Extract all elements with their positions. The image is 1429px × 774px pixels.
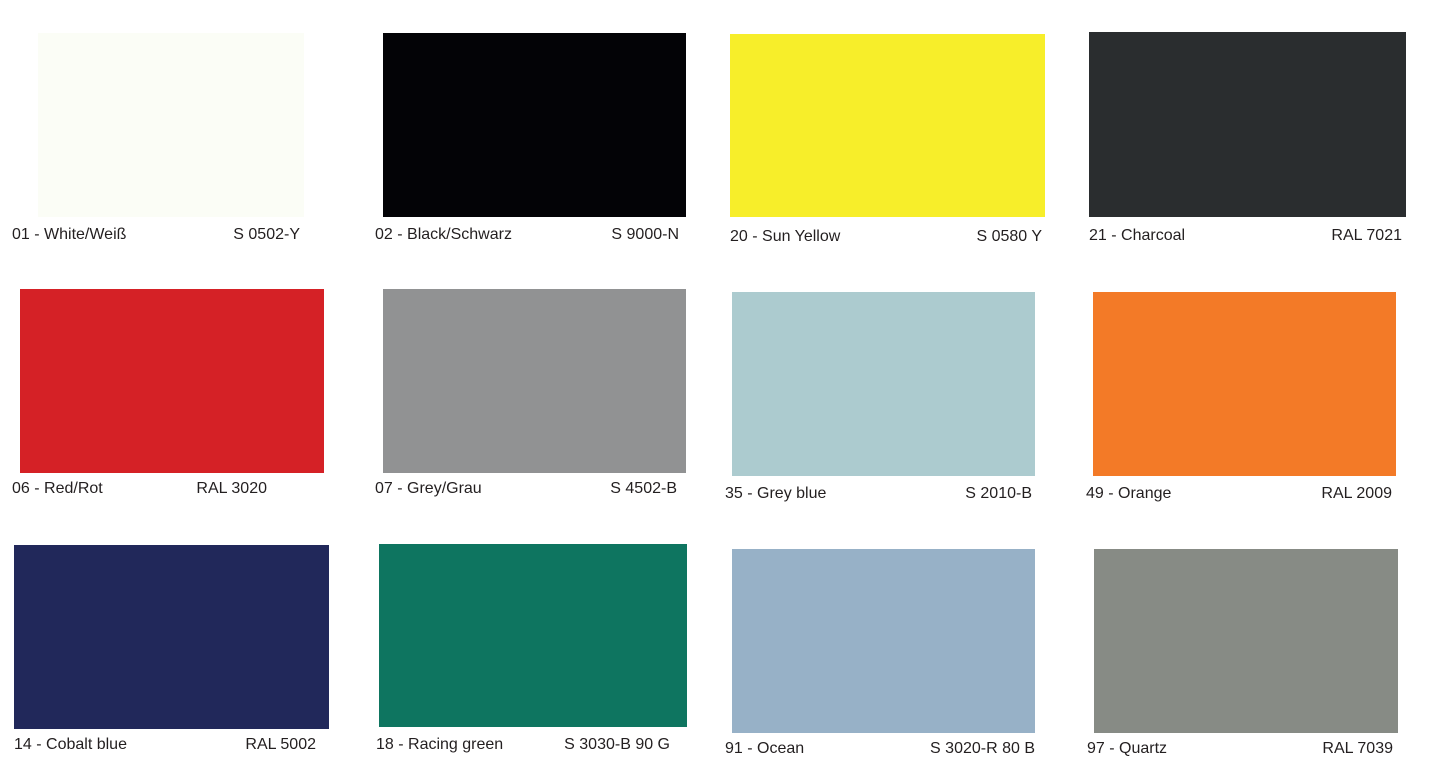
swatch-code: S 4502-B: [610, 480, 677, 497]
swatch-caption: 97 - Quartz RAL 7039: [1087, 738, 1393, 760]
swatch-name: 07 - Grey/Grau: [375, 480, 482, 497]
color-swatch: [38, 33, 304, 217]
swatch-caption: 14 - Cobalt blue RAL 5002: [14, 734, 316, 756]
swatch-name: 21 - Charcoal: [1089, 227, 1186, 244]
swatch-code: RAL 3020: [196, 480, 267, 497]
swatch-code: S 3030-B 90 G: [564, 736, 670, 753]
color-swatch: [20, 289, 324, 473]
color-swatch: [383, 289, 686, 473]
swatch-name: 14 - Cobalt blue: [14, 736, 127, 753]
swatch-name: 91 - Ocean: [725, 740, 805, 757]
swatch-name: 49 - Orange: [1086, 485, 1172, 502]
swatch-name: 02 - Black/Schwarz: [375, 226, 512, 243]
color-swatch: [732, 549, 1035, 733]
swatch-caption: 35 - Grey blue S 2010-B: [725, 483, 1032, 505]
swatch-code: RAL 7021: [1331, 227, 1402, 244]
color-swatch: [1093, 292, 1396, 476]
color-swatch: [1089, 32, 1406, 217]
swatch-code: S 0502-Y: [233, 226, 300, 243]
swatch-name: 97 - Quartz: [1087, 740, 1168, 757]
swatch-caption: 20 - Sun Yellow S 0580 Y: [730, 226, 1042, 248]
swatch-caption: 02 - Black/Schwarz S 9000-N: [375, 224, 679, 246]
color-swatch: [14, 545, 329, 729]
swatch-code: S 9000-N: [611, 226, 679, 243]
color-swatch-chart: 01 - White/Weiß S 0502-Y 02 - Black/Schwar…: [0, 0, 1429, 774]
color-swatch: [379, 544, 687, 727]
swatch-name: 01 - White/Weiß: [12, 226, 127, 243]
swatch-code: RAL 5002: [245, 736, 316, 753]
swatch-name: 20 - Sun Yellow: [730, 228, 841, 245]
swatch-caption: 21 - Charcoal RAL 7021: [1089, 225, 1402, 247]
swatch-caption: 49 - Orange RAL 2009: [1086, 483, 1392, 505]
swatch-caption: 07 - Grey/Grau S 4502-B: [375, 478, 677, 500]
swatch-caption: 06 - Red/Rot RAL 3020: [12, 478, 267, 500]
swatch-code: S 0580 Y: [976, 228, 1042, 245]
color-swatch: [1094, 549, 1398, 733]
swatch-name: 18 - Racing green: [376, 736, 504, 753]
color-swatch: [732, 292, 1035, 476]
swatch-caption: 01 - White/Weiß S 0502-Y: [12, 224, 300, 246]
swatch-code: RAL 7039: [1322, 740, 1393, 757]
swatch-name: 35 - Grey blue: [725, 485, 827, 502]
swatch-name: 06 - Red/Rot: [12, 480, 103, 497]
swatch-caption: 91 - Ocean S 3020-R 80 B: [725, 738, 1035, 760]
swatch-code: S 2010-B: [965, 485, 1032, 502]
swatch-code: S 3020-R 80 B: [930, 740, 1035, 757]
swatch-code: RAL 2009: [1321, 485, 1392, 502]
color-swatch: [730, 34, 1045, 217]
color-swatch: [383, 33, 686, 217]
swatch-caption: 18 - Racing green S 3030-B 90 G: [376, 734, 670, 756]
